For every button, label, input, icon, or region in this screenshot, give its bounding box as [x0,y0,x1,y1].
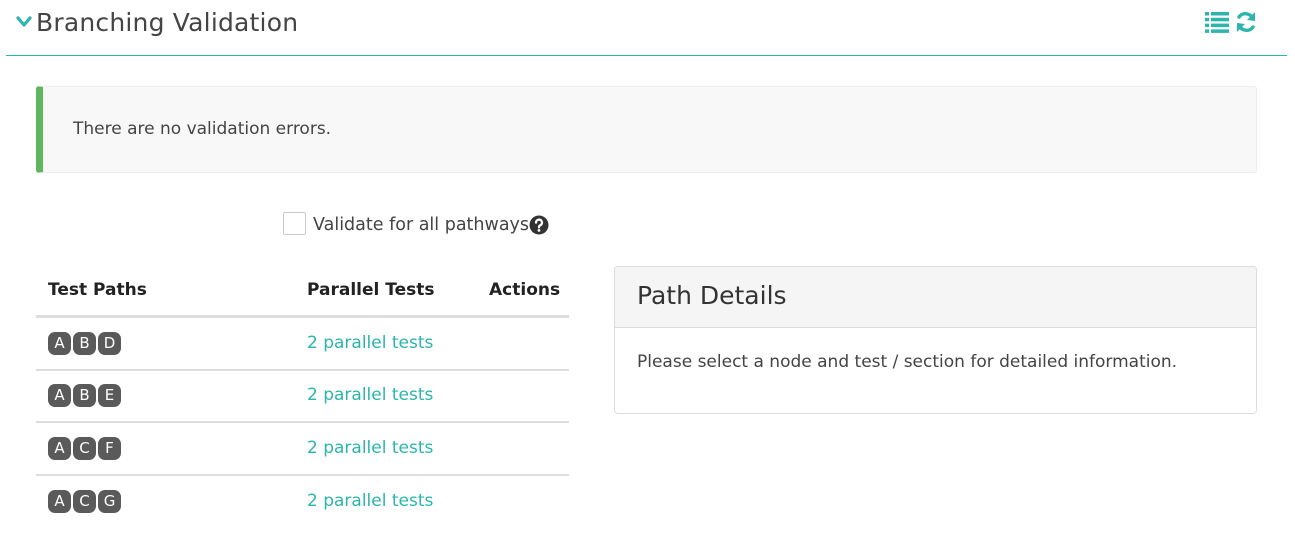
table-row: A C G 2 parallel tests [36,476,569,529]
path-details-title: Path Details [637,281,787,310]
table-row: A B D 2 parallel tests [36,318,569,371]
question-circle-icon[interactable] [529,215,549,235]
path-details-panel: Path Details Please select a node and te… [614,266,1257,414]
node-badge[interactable]: A [48,490,71,513]
table-row: A C F 2 parallel tests [36,423,569,476]
node-badge[interactable]: D [98,332,121,355]
validation-alert: There are no validation errors. [36,86,1257,173]
validate-all-label[interactable]: Validate for all pathways [313,215,529,235]
column-header-actions: Actions [489,280,561,300]
parallel-tests-link[interactable]: 2 parallel tests [307,385,433,405]
chevron-down-icon[interactable] [16,14,32,30]
node-badge[interactable]: E [98,384,121,407]
parallel-tests-link[interactable]: 2 parallel tests [307,438,433,458]
path-nodes: A B E [48,384,121,407]
node-badge[interactable]: C [73,437,96,460]
node-badge[interactable]: F [98,437,121,460]
path-details-message: Please select a node and test / section … [637,352,1178,372]
path-details-header: Path Details [615,267,1256,328]
path-nodes: A C G [48,490,121,513]
refresh-icon[interactable] [1235,10,1257,34]
path-nodes: A B D [48,332,121,355]
parallel-tests-link[interactable]: 2 parallel tests [307,333,433,353]
node-badge[interactable]: B [73,332,96,355]
node-badge[interactable]: A [48,332,71,355]
page-title: Branching Validation [36,8,299,37]
table-row: A B E 2 parallel tests [36,370,569,423]
alert-text: There are no validation errors. [73,119,332,139]
column-header-parallel-tests: Parallel Tests [307,280,435,300]
list-icon[interactable] [1205,12,1229,33]
node-badge[interactable]: C [73,490,96,513]
path-nodes: A C F [48,437,121,460]
parallel-tests-link[interactable]: 2 parallel tests [307,491,433,511]
validate-all-checkbox[interactable] [283,212,306,235]
node-badge[interactable]: G [98,490,121,513]
node-badge[interactable]: A [48,437,71,460]
node-badge[interactable]: A [48,384,71,407]
node-badge[interactable]: B [73,384,96,407]
column-header-test-paths: Test Paths [48,280,147,300]
panel-header: Branching Validation [6,0,1287,56]
